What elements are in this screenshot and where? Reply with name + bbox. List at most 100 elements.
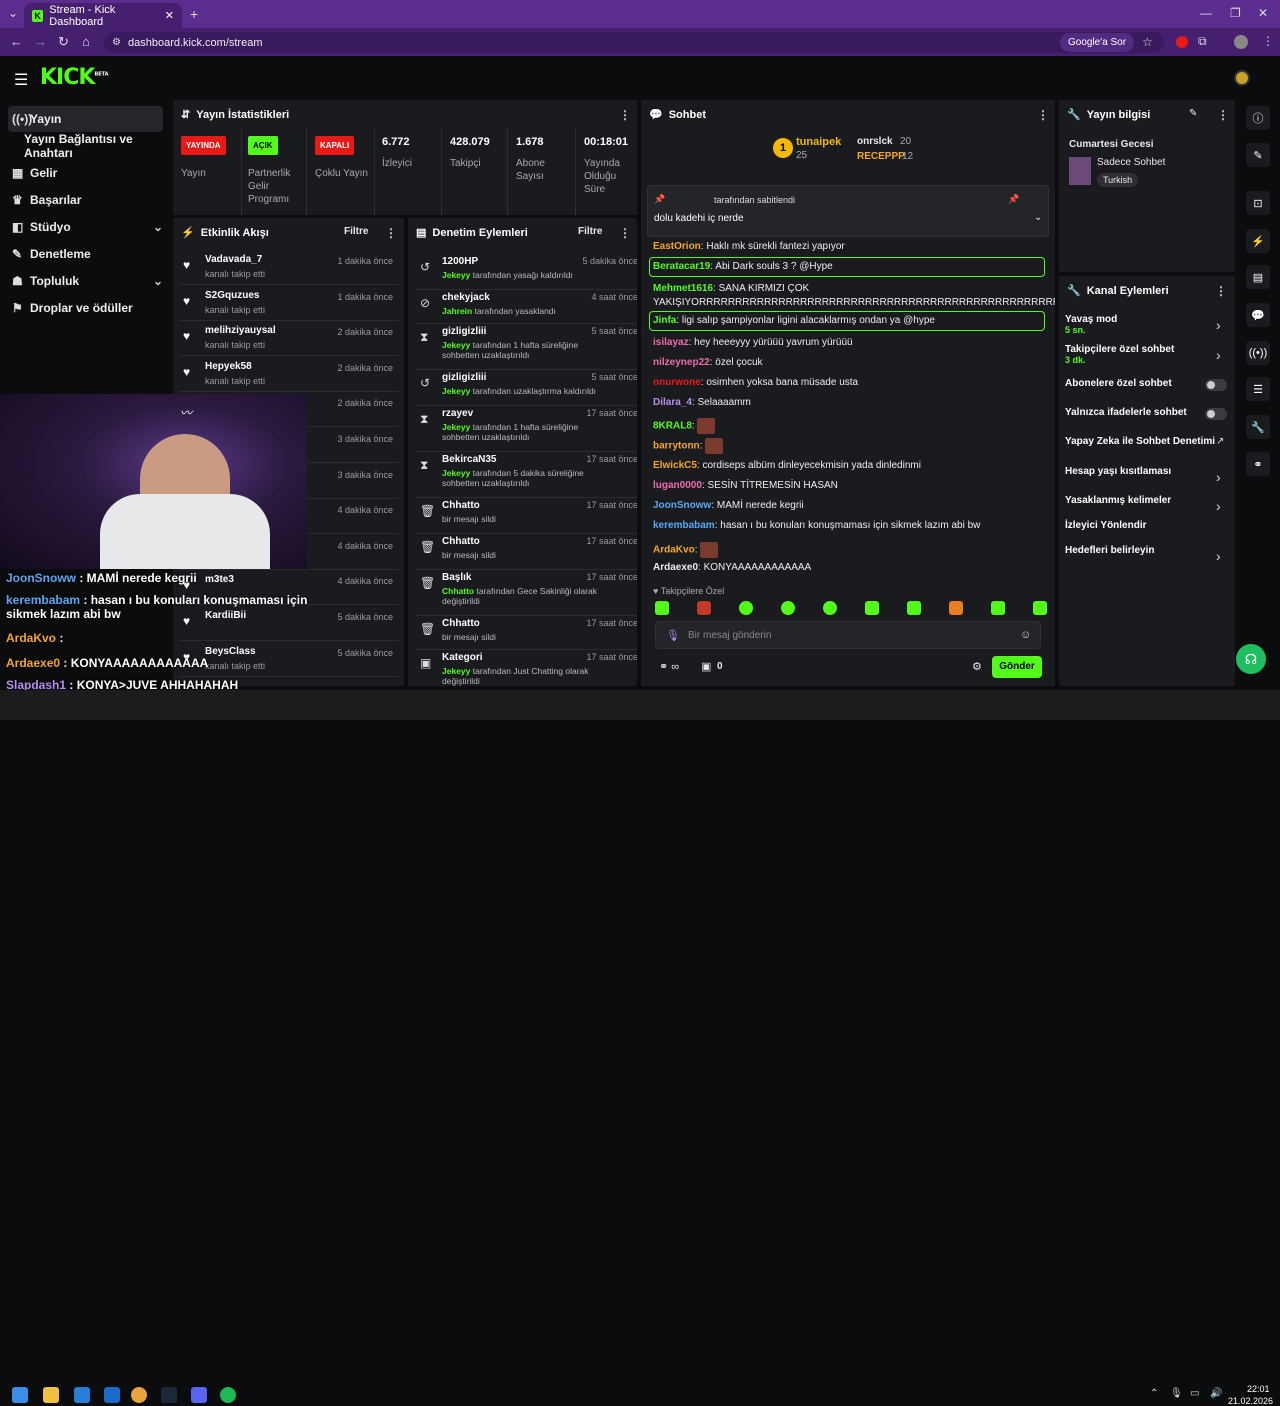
moderator-name[interactable]: Jahrein: [442, 306, 472, 316]
community-icon[interactable]: ⚭: [1246, 452, 1270, 476]
channel-action-item[interactable]: Yasaklanmış kelimeler: [1065, 495, 1171, 506]
channel-action-item[interactable]: Yalnızca ifadelerle sohbet: [1065, 407, 1187, 418]
profile-avatar[interactable]: [1234, 35, 1248, 49]
chat-input[interactable]: 🎙 Bir mesaj gönderin ☺: [655, 621, 1041, 649]
channel-actions-menu-icon[interactable]: ⋮: [1215, 284, 1227, 298]
stats-menu-icon[interactable]: ⋮: [619, 108, 631, 122]
chat-username[interactable]: Ardaexe0: [653, 562, 698, 573]
category-name[interactable]: Sadece Sohbet: [1097, 157, 1165, 168]
emote-icon[interactable]: [865, 601, 879, 615]
back-icon[interactable]: ←: [10, 34, 23, 49]
moderator-name[interactable]: Jekeyy: [442, 422, 470, 432]
steam-icon[interactable]: [161, 1387, 177, 1403]
info-icon[interactable]: ⓘ: [1246, 106, 1270, 130]
moderation-target[interactable]: Kategori: [442, 652, 483, 663]
moderator-name[interactable]: Chhatto: [442, 586, 474, 596]
sidebar-item-topluluk[interactable]: ☗ Topluluk ⌄: [8, 268, 163, 294]
site-info-icon[interactable]: ⚙: [112, 37, 121, 48]
sidebar-item-studyo[interactable]: ◧ Stüdyo ⌄: [8, 214, 163, 240]
sidebar-item-droplar[interactable]: ⚑ Droplar ve ödüller: [8, 295, 163, 321]
external-link-icon[interactable]: ↗: [1216, 436, 1224, 447]
moderation-filter-button[interactable]: Filtre: [578, 226, 602, 237]
emote-icon[interactable]: [781, 601, 795, 615]
focus-icon[interactable]: ⊡: [1246, 191, 1270, 215]
chevron-right-icon[interactable]: ›: [1216, 548, 1221, 564]
store-icon[interactable]: [74, 1387, 90, 1403]
activity-user[interactable]: Hepyek58: [205, 361, 252, 372]
wrench-icon[interactable]: 🔧: [1246, 415, 1270, 439]
activity-user[interactable]: BeysClass: [205, 646, 256, 657]
microphone-icon[interactable]: 🎙: [666, 629, 680, 642]
home-icon[interactable]: ⌂: [82, 34, 90, 49]
hamburger-menu-icon[interactable]: ☰: [14, 70, 28, 90]
emote-icon[interactable]: [697, 601, 711, 615]
network-icon[interactable]: ▭: [1190, 1388, 1199, 1399]
activity-user[interactable]: S2Gquzues: [205, 290, 259, 301]
channel-action-item[interactable]: Hesap yaşı kısıtlaması: [1065, 466, 1171, 477]
moderation-target[interactable]: 1200HP: [442, 256, 478, 267]
chat-username[interactable]: kerembabam: [653, 520, 715, 531]
gift-icon[interactable]: ▣: [701, 660, 711, 673]
kick-logo[interactable]: KICKBETA: [40, 65, 109, 90]
send-button[interactable]: Gönder: [992, 656, 1042, 678]
sidebar-item-gelir[interactable]: ▦ Gelir: [8, 160, 163, 186]
moderation-menu-icon[interactable]: ⋮: [619, 226, 631, 240]
tab-close-icon[interactable]: ✕: [165, 9, 174, 22]
clock-date[interactable]: 21.02.2026: [1228, 1396, 1273, 1406]
moderator-name[interactable]: Jekeyy: [442, 340, 470, 350]
chat-username[interactable]: Dilara_4: [653, 397, 692, 408]
toggle-switch[interactable]: [1205, 408, 1227, 420]
moderation-target[interactable]: Chhatto: [442, 618, 480, 629]
tab-kick-dashboard[interactable]: K Stream - Kick Dashboard ✕: [24, 3, 182, 28]
chevron-right-icon[interactable]: ›: [1216, 498, 1221, 514]
emote-icon[interactable]: [949, 601, 963, 615]
browser-menu-icon[interactable]: ⋮: [1262, 34, 1274, 48]
microphone-tray-icon[interactable]: 🎙: [1170, 1388, 1183, 1399]
chrome-icon[interactable]: [131, 1387, 147, 1403]
lightning-icon[interactable]: ⚡: [1246, 229, 1270, 253]
chevron-right-icon[interactable]: ›: [1216, 317, 1221, 333]
chat-username[interactable]: ElwickC5: [653, 460, 697, 471]
sidebar-item-yayin[interactable]: ((•)) Yayın: [8, 106, 163, 132]
channel-action-item[interactable]: Takipçilere özel sohbet 3 dk.: [1065, 344, 1174, 365]
tag-chip[interactable]: Turkish: [1097, 173, 1139, 187]
activity-filter-button[interactable]: Filtre: [344, 226, 368, 237]
chat-menu-icon[interactable]: ⋮: [1037, 108, 1049, 122]
moderation-target[interactable]: Başlık: [442, 572, 471, 583]
activity-user[interactable]: Vadavada_7: [205, 254, 262, 265]
chat-icon[interactable]: 💬: [1246, 303, 1270, 327]
tab-menu-icon[interactable]: ⌄: [8, 6, 18, 20]
edit-icon[interactable]: ✎: [1189, 108, 1197, 119]
moderator-name[interactable]: Jekeyy: [442, 666, 470, 676]
broadcast-icon[interactable]: ((•)): [1246, 341, 1270, 365]
emote-icon[interactable]: [655, 601, 669, 615]
bookmark-star-icon[interactable]: ☆: [1142, 35, 1153, 49]
activity-menu-icon[interactable]: ⋮: [385, 226, 397, 240]
emote-icon[interactable]: [739, 601, 753, 615]
chat-username[interactable]: EastOrion: [653, 241, 701, 252]
sidebar-item-basarilar[interactable]: ♛ Başarılar: [8, 187, 163, 213]
pinned-message[interactable]: 📌 tarafından sabitlendi dolu kadehi iç n…: [647, 185, 1049, 237]
stream-info-menu-icon[interactable]: ⋮: [1217, 108, 1229, 122]
outlook-icon[interactable]: [104, 1387, 120, 1403]
user-avatar[interactable]: [1234, 70, 1250, 86]
chat-settings-icon[interactable]: ⚙: [972, 660, 982, 673]
community-points-icon[interactable]: ⚭ ∞: [659, 660, 679, 673]
new-tab-icon[interactable]: +: [190, 6, 198, 22]
moderation-target[interactable]: rzayev: [442, 408, 473, 419]
close-window-icon[interactable]: ✕: [1258, 6, 1268, 20]
layout-icon[interactable]: ☰: [1246, 377, 1270, 401]
google-ask-button[interactable]: Google'a Sor: [1060, 33, 1135, 52]
sidebar-item-denetleme[interactable]: ✎ Denetleme: [8, 241, 163, 267]
sidebar-item-stream-key[interactable]: Yayın Bağlantısı ve Anahtarı: [8, 132, 163, 160]
moderation-target[interactable]: gizligizliii: [442, 326, 486, 337]
moderator-name[interactable]: Jekeyy: [442, 468, 470, 478]
pencil-icon[interactable]: ✎: [1246, 143, 1270, 167]
windows-start-icon[interactable]: [12, 1387, 28, 1403]
chevron-down-icon[interactable]: ⌄: [1034, 212, 1042, 223]
reload-icon[interactable]: ↻: [58, 34, 69, 50]
volume-icon[interactable]: 🔊: [1210, 1388, 1222, 1399]
channel-action-item[interactable]: Hedefleri belirleyin: [1065, 545, 1154, 556]
chat-username[interactable]: lugan0000: [653, 480, 702, 491]
emoji-icon[interactable]: ☺: [1020, 629, 1031, 641]
